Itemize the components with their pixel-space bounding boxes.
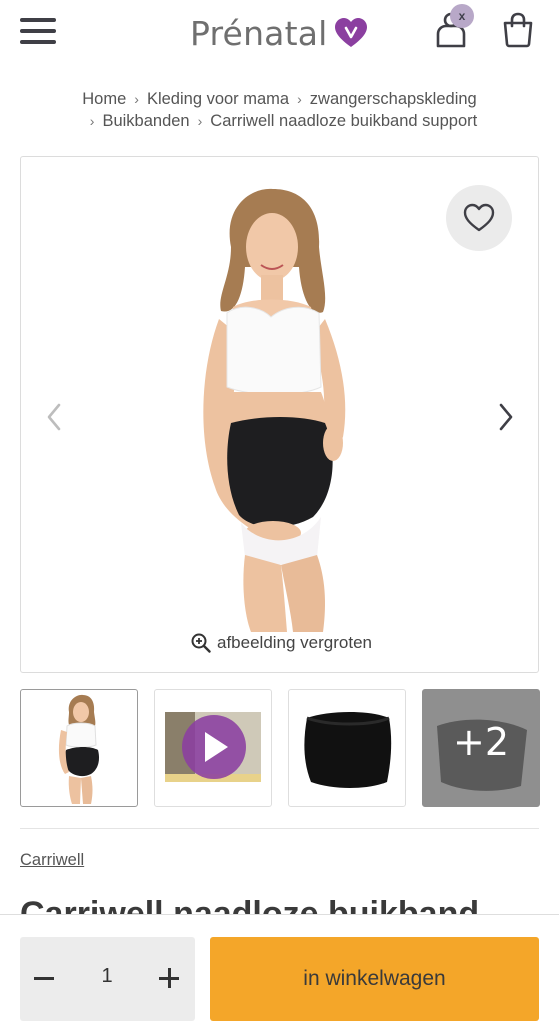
thumbnail-model[interactable] <box>20 689 138 807</box>
logo[interactable]: Prénatal <box>190 12 368 54</box>
cart-icon[interactable] <box>500 12 536 48</box>
product-title: Carriwell naadloze buikband <box>20 895 480 914</box>
thumbnail-video-image <box>165 712 261 782</box>
thumbnail-model-image <box>58 694 100 804</box>
quantity-value[interactable]: 1 <box>86 965 128 988</box>
breadcrumb-zwangerschapskleding[interactable]: zwangerschapskleding <box>310 90 477 108</box>
header: Prénatal x <box>0 0 559 66</box>
product-image-gallery[interactable]: afbeelding vergroten <box>20 156 539 673</box>
thumbnail-band[interactable] <box>288 689 406 807</box>
menu-icon[interactable] <box>20 18 58 46</box>
breadcrumb-buikbanden[interactable]: Buikbanden <box>102 112 189 130</box>
breadcrumb-separator: › <box>89 113 95 129</box>
brand-link[interactable]: Carriwell <box>20 851 84 870</box>
minus-icon[interactable] <box>34 965 56 993</box>
chevron-left-icon[interactable] <box>43 401 65 433</box>
heart-icon <box>463 203 495 232</box>
breadcrumb-current-product[interactable]: Carriwell naadloze buikband support <box>210 112 477 130</box>
thumbnail-band-image <box>304 712 392 788</box>
logo-text: Prénatal <box>190 13 328 53</box>
zoom-label: afbeelding vergroten <box>217 633 373 652</box>
purchase-bar: 1 in winkelwagen <box>0 914 559 1024</box>
quantity-stepper: 1 <box>20 937 195 1021</box>
breadcrumb: Home › Kleding voor mama › zwangerschapskled… <box>0 88 559 132</box>
breadcrumb-kleding-voor-mama[interactable]: Kleding voor mama <box>147 90 289 108</box>
add-to-cart-button[interactable]: in winkelwagen <box>210 937 539 1021</box>
breadcrumb-separator: › <box>297 91 302 107</box>
heart-logo-icon <box>334 18 367 47</box>
thumbnail-video[interactable] <box>154 689 272 807</box>
plus-icon[interactable] <box>158 965 182 993</box>
more-images-count: +2 <box>452 720 510 764</box>
chevron-right-icon[interactable] <box>495 401 517 433</box>
zoom-button[interactable]: afbeelding vergroten <box>191 633 372 653</box>
favorite-button[interactable] <box>446 185 512 251</box>
zoom-in-icon <box>191 633 211 653</box>
account-badge[interactable]: x <box>450 4 474 28</box>
breadcrumb-separator: › <box>134 91 139 107</box>
breadcrumb-separator: › <box>197 113 203 129</box>
thumbnail-strip: +2 <box>20 689 540 807</box>
breadcrumb-home[interactable]: Home <box>82 90 126 108</box>
thumbnail-more[interactable]: +2 <box>422 689 540 807</box>
product-image <box>203 188 346 632</box>
divider <box>20 828 539 829</box>
